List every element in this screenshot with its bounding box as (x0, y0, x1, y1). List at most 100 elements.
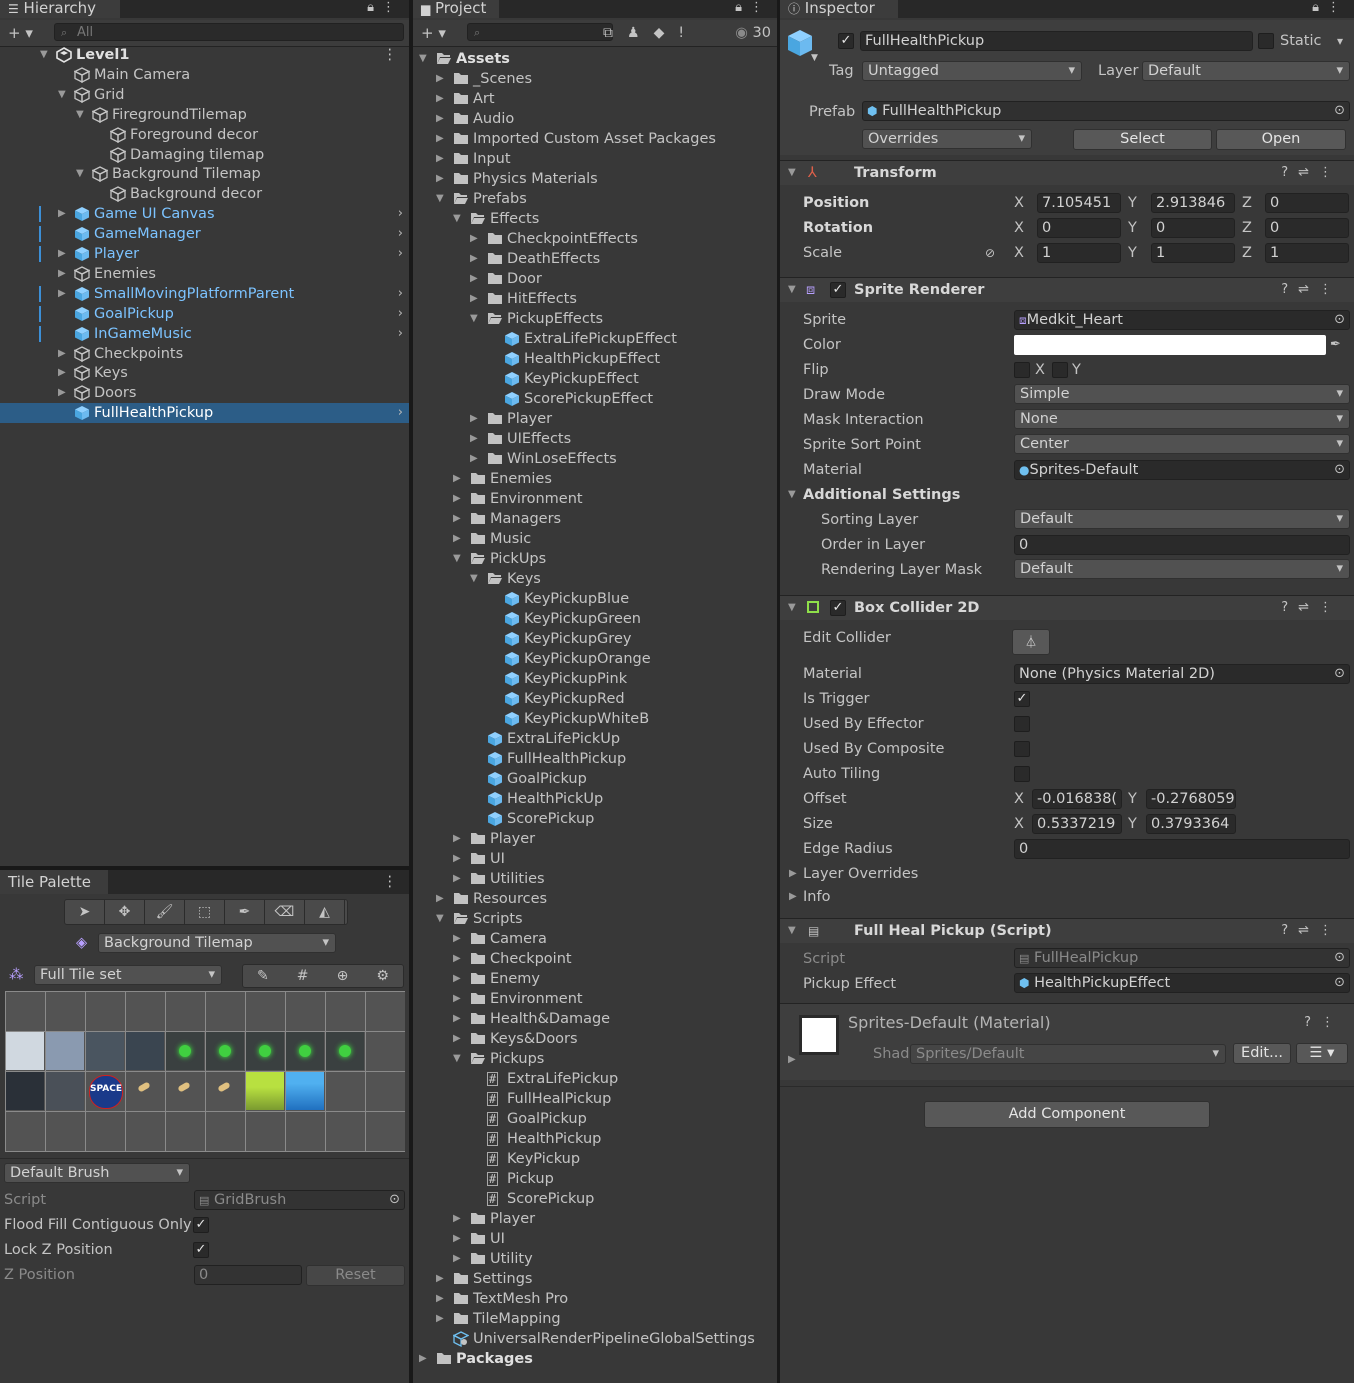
order-in-layer-field[interactable]: 0 (1014, 535, 1350, 555)
warning-icon[interactable]: ! (678, 25, 698, 41)
expanded-arrow-icon[interactable]: ▼ (453, 549, 461, 569)
collapsed-arrow-icon[interactable]: ▶ (436, 69, 444, 89)
project-row[interactable]: ▼ Pickups (413, 1049, 777, 1069)
hierarchy-row[interactable]: Foreground decor (0, 125, 409, 145)
expanded-arrow-icon[interactable]: ▼ (453, 1049, 461, 1069)
scale-z-field[interactable]: 1 (1265, 243, 1349, 263)
help-icon[interactable]: ? (1281, 282, 1298, 297)
edge-radius-field[interactable]: 0 (1014, 839, 1350, 859)
metal-panel-tile[interactable] (46, 1032, 84, 1070)
additional-settings-label[interactable]: Additional Settings (803, 485, 960, 505)
hierarchy-row[interactable]: ▼ Grid (0, 85, 409, 105)
tag-dropdown[interactable]: Untagged (862, 61, 1082, 81)
project-row[interactable]: KeyPickupRed (413, 689, 777, 709)
open-button[interactable]: Open (1216, 129, 1346, 150)
open-prefab-chevron-icon[interactable]: › (398, 244, 403, 264)
rendering-layer-mask-dropdown[interactable]: Default (1014, 559, 1350, 579)
project-row[interactable]: ▶ Enemy (413, 969, 777, 989)
expanded-arrow-icon[interactable]: ▼ (470, 569, 478, 589)
collapsed-arrow-icon[interactable]: ▶ (453, 1009, 461, 1029)
select-button[interactable]: Select (1073, 129, 1212, 150)
help-icon[interactable]: ? (1281, 600, 1298, 615)
more-menu-icon[interactable]: ⋮ (382, 0, 403, 15)
project-row[interactable]: ▶ Music (413, 529, 777, 549)
expanded-arrow-icon[interactable]: ▼ (58, 85, 66, 105)
collapsed-arrow-icon[interactable]: ▶ (58, 244, 66, 264)
project-row[interactable]: ▶ WinLoseEffects (413, 449, 777, 469)
material-field[interactable]: ●Sprites-Default (1014, 460, 1350, 480)
expanded-arrow-icon[interactable]: ▼ (76, 164, 84, 184)
flood-fill-checkbox[interactable]: ✓ (193, 1217, 209, 1233)
collapsed-arrow-icon[interactable]: ▶ (453, 509, 461, 529)
collapsed-arrow-icon[interactable]: ▶ (436, 149, 444, 169)
hierarchy-row[interactable]: ▶ Keys (0, 363, 409, 383)
offset-y-field[interactable]: -0.2768059 (1146, 789, 1236, 809)
shader-dropdown[interactable]: Sprites/Default (910, 1044, 1226, 1064)
expanded-arrow-icon[interactable]: ▼ (470, 309, 478, 329)
collapsed-arrow-icon[interactable]: ▶ (453, 929, 461, 949)
expanded-arrow-icon[interactable]: ▼ (40, 45, 48, 65)
project-row[interactable]: ▶ Settings (413, 1269, 777, 1289)
hierarchy-row[interactable]: ▶ SmallMovingPlatformParent › (0, 284, 409, 304)
collapsed-arrow-icon[interactable]: ▶ (419, 1349, 427, 1369)
palette-dropdown[interactable]: Full Tile set (34, 965, 222, 985)
palette-settings-icon[interactable]: ⚙ (376, 968, 389, 984)
edit-palette-icon[interactable]: ✎ (257, 968, 269, 984)
active-checkbox[interactable]: ✓ (838, 33, 854, 49)
project-row[interactable]: HealthPickUp (413, 789, 777, 809)
hierarchy-row[interactable]: Background decor (0, 184, 409, 204)
expanded-arrow-icon[interactable]: ▼ (76, 105, 84, 125)
collapsed-arrow-icon[interactable]: ▶ (436, 889, 444, 909)
collapsed-arrow-icon[interactable]: ▶ (453, 1229, 461, 1249)
expanded-arrow-icon[interactable]: ▼ (436, 909, 444, 929)
inspector-tab[interactable]: ⓘ Inspector (780, 0, 898, 18)
project-row[interactable]: ▶ Art (413, 89, 777, 109)
collapsed-arrow-icon[interactable]: ▶ (58, 363, 66, 383)
collapsed-arrow-icon[interactable]: ▶ (470, 229, 478, 249)
blue-liquid-tile[interactable] (286, 1072, 324, 1110)
project-row[interactable]: UniversalRenderPipelineGlobalSettings (413, 1329, 777, 1349)
collapsed-arrow-icon[interactable]: ▶ (453, 989, 461, 1009)
more-menu-icon[interactable]: ⋮ (383, 870, 398, 894)
eraser-tool-icon[interactable]: ⌫ (265, 900, 305, 924)
project-row[interactable]: ▶ Input (413, 149, 777, 169)
used-by-composite-checkbox[interactable] (1014, 741, 1030, 757)
hazard-water-tile[interactable] (86, 1032, 124, 1070)
more-menu-icon[interactable]: ⋮ (1319, 165, 1342, 180)
object-name-field[interactable]: FullHealthPickup (860, 31, 1253, 51)
project-row[interactable]: ▼ Scripts (413, 909, 777, 929)
open-prefab-chevron-icon[interactable]: › (398, 284, 403, 304)
transform-header[interactable]: ▼ ⅄ Transform ?⇌⋮ (780, 160, 1354, 185)
hierarchy-row[interactable]: InGameMusic › (0, 324, 409, 344)
box-collider-header[interactable]: ▼ ✓ Box Collider 2D ?⇌⋮ (780, 595, 1354, 620)
hierarchy-row[interactable]: GoalPickup › (0, 304, 409, 324)
box-collider-enabled-checkbox[interactable]: ✓ (830, 600, 846, 616)
more-menu-icon[interactable]: ⋮ (1327, 0, 1348, 15)
hierarchy-tab[interactable]: ☰ Hierarchy (0, 0, 120, 18)
lock-icon[interactable]: 🔒︎ (735, 0, 750, 15)
project-row[interactable]: KeyPickupWhiteB (413, 709, 777, 729)
more-menu-icon[interactable]: ⋮ (1321, 1015, 1344, 1030)
hierarchy-row[interactable]: ▼ Level1 ⋮ (0, 45, 409, 65)
presets-icon[interactable]: ⇌ (1298, 923, 1319, 938)
project-row[interactable]: ▶ DeathEffects (413, 249, 777, 269)
mask-interaction-dropdown[interactable]: None (1014, 409, 1350, 429)
presets-icon[interactable]: ⇌ (1298, 600, 1319, 615)
collapsed-arrow-icon[interactable]: ▶ (436, 1269, 444, 1289)
project-row[interactable]: # KeyPickup (413, 1149, 777, 1169)
reset-button[interactable]: Reset (306, 1265, 405, 1286)
size-y-field[interactable]: 0.3793364 (1146, 814, 1236, 834)
icon-dropdown-arrow[interactable]: ▼ (811, 53, 818, 63)
project-row[interactable]: ▶ Player (413, 829, 777, 849)
grid-block-tile[interactable] (46, 1072, 84, 1110)
project-row[interactable]: KeyPickupPink (413, 669, 777, 689)
green-orb-tile[interactable] (286, 1032, 324, 1070)
select-tool-icon[interactable]: ➤ (65, 900, 105, 924)
collapsed-arrow-icon[interactable]: ▶ (453, 969, 461, 989)
project-row[interactable]: ▶ Door (413, 269, 777, 289)
collapsed-arrow-icon[interactable]: ▶ (58, 204, 66, 224)
project-row[interactable]: ▶ Resources (413, 889, 777, 909)
info-foldout[interactable]: Info (803, 887, 830, 907)
bone-tile[interactable] (126, 1072, 164, 1110)
hierarchy-row[interactable]: ▶ Enemies (0, 264, 409, 284)
